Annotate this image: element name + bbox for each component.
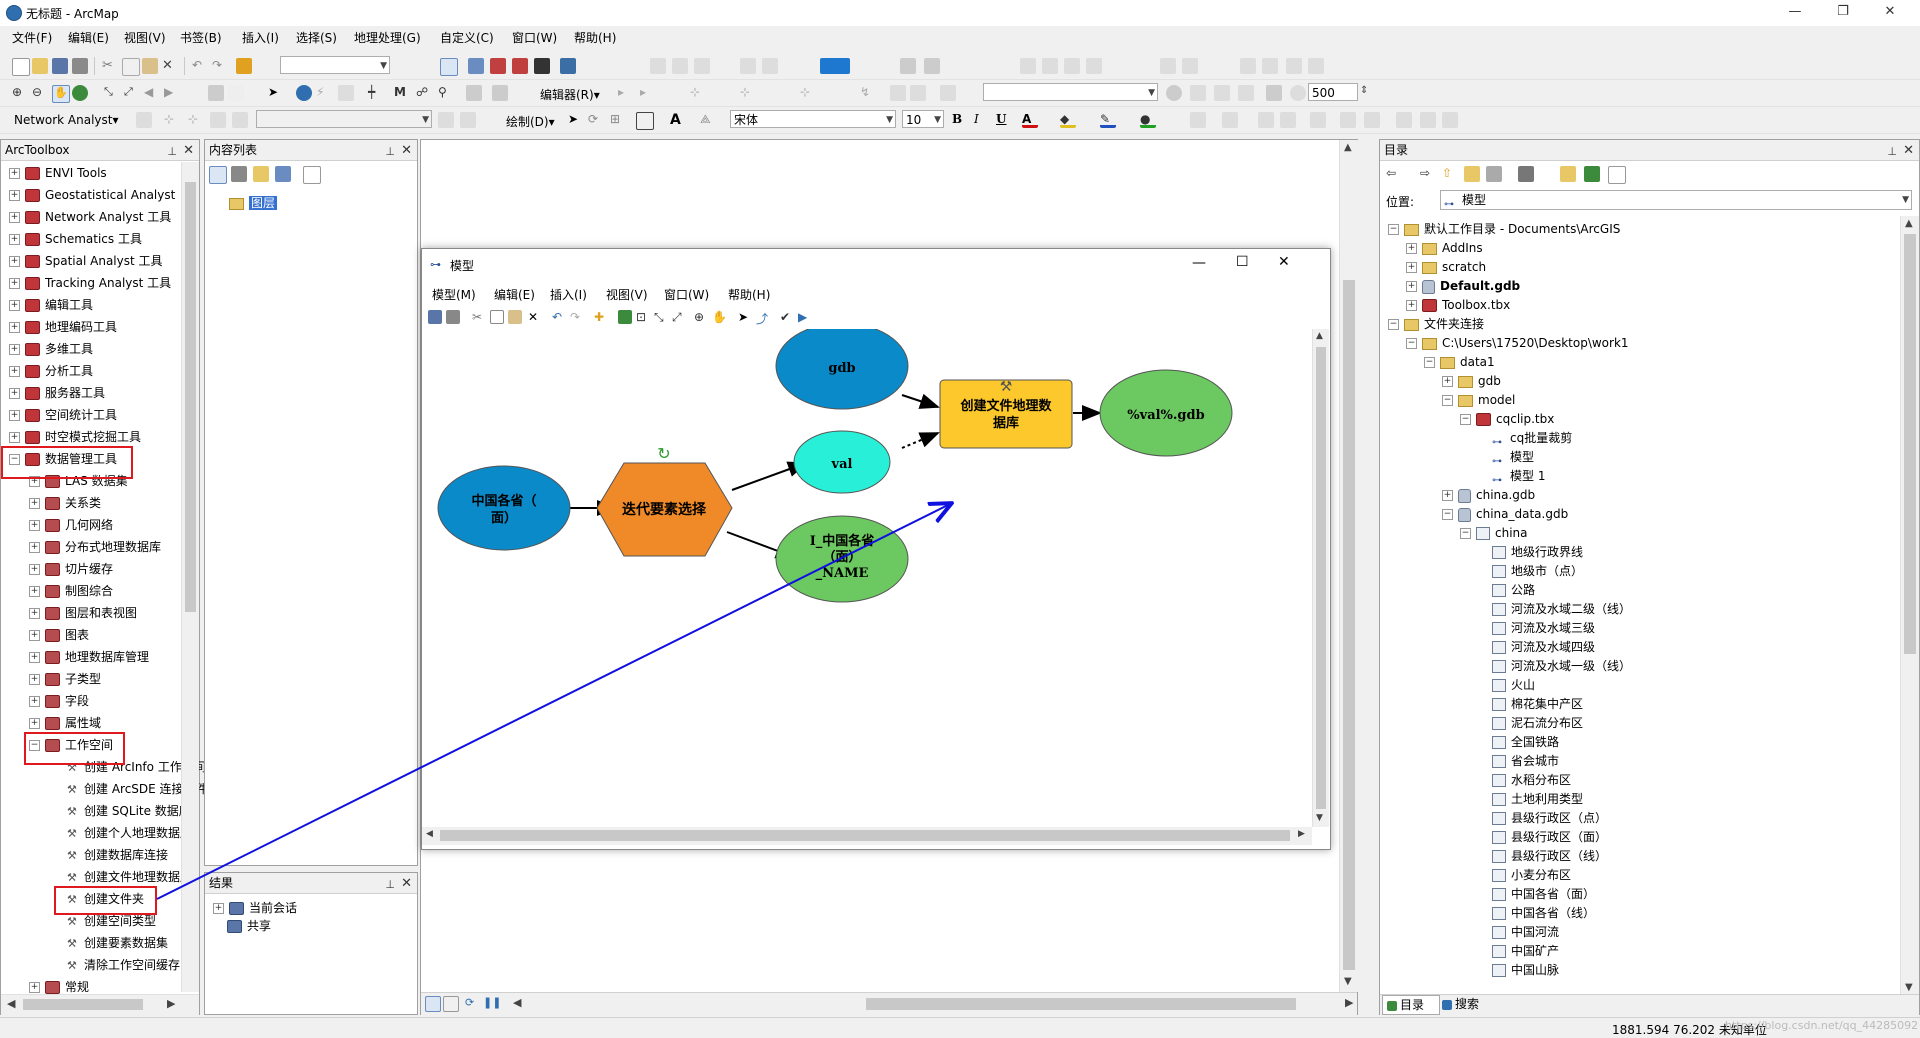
status-bar: 1881.594 76.202 未知单位 https://blog.csdn.n… (0, 1017, 1920, 1038)
highlight-data-management (1, 446, 133, 479)
annotation-arrow (156, 504, 950, 900)
annotation-overlay (1, 446, 1920, 915)
watermark: https://blog.csdn.net/qq_44285092 (1725, 1019, 1919, 1032)
highlight-create-folder (54, 886, 157, 915)
highlight-workspace (24, 732, 125, 765)
